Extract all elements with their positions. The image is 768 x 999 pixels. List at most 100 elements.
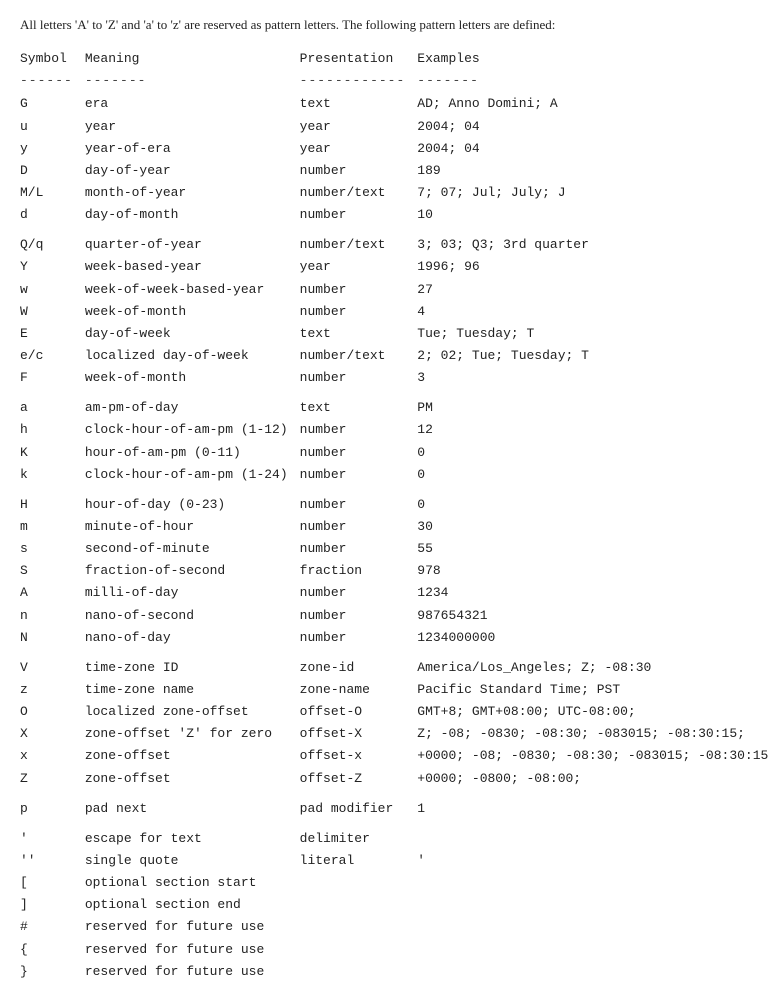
divider-examples: ------- [417, 70, 768, 93]
table-row: yyear-of-erayear2004; 04 [20, 138, 768, 160]
cell-presentation: year [300, 116, 418, 138]
table-row: M/Lmonth-of-yearnumber/text7; 07; Jul; J… [20, 182, 768, 204]
cell-symbol: ] [20, 894, 85, 916]
cell-presentation: number [300, 442, 418, 464]
cell-presentation: number [300, 279, 418, 301]
cell-presentation [300, 872, 418, 894]
cell-symbol: '' [20, 850, 85, 872]
table-row: nnano-of-secondnumber987654321 [20, 605, 768, 627]
cell-meaning: day-of-week [85, 323, 300, 345]
cell-examples: 0 [417, 464, 768, 486]
cell-examples: 1996; 96 [417, 256, 768, 278]
cell-symbol: D [20, 160, 85, 182]
table-row: e/clocalized day-of-weeknumber/text2; 02… [20, 345, 768, 367]
cell-meaning: week-of-week-based-year [85, 279, 300, 301]
cell-meaning: era [85, 93, 300, 115]
cell-examples: America/Los_Angeles; Z; -08:30 [417, 657, 768, 679]
cell-presentation: number/text [300, 234, 418, 256]
cell-symbol: N [20, 627, 85, 649]
cell-symbol: K [20, 442, 85, 464]
cell-symbol: A [20, 582, 85, 604]
cell-presentation: number [300, 160, 418, 182]
table-row: Wweek-of-monthnumber4 [20, 301, 768, 323]
table-spacer-row [20, 790, 768, 798]
cell-meaning: quarter-of-year [85, 234, 300, 256]
cell-symbol: [ [20, 872, 85, 894]
cell-examples: AD; Anno Domini; A [417, 93, 768, 115]
cell-presentation: number/text [300, 345, 418, 367]
table-row: Dday-of-yearnumber189 [20, 160, 768, 182]
cell-symbol: d [20, 204, 85, 226]
table-row: uyearyear2004; 04 [20, 116, 768, 138]
cell-symbol: ' [20, 828, 85, 850]
cell-presentation: number [300, 204, 418, 226]
cell-symbol: # [20, 916, 85, 938]
table-row: ztime-zone namezone-namePacific Standard… [20, 679, 768, 701]
cell-symbol: M/L [20, 182, 85, 204]
table-spacer-row [20, 486, 768, 494]
cell-symbol: k [20, 464, 85, 486]
cell-symbol: n [20, 605, 85, 627]
header-meaning: Meaning [85, 48, 300, 70]
cell-presentation: fraction [300, 560, 418, 582]
cell-meaning: second-of-minute [85, 538, 300, 560]
cell-presentation: zone-id [300, 657, 418, 679]
cell-meaning: fraction-of-second [85, 560, 300, 582]
cell-meaning: reserved for future use [85, 961, 300, 983]
divider-meaning: ------- [85, 70, 300, 93]
cell-meaning: year-of-era [85, 138, 300, 160]
cell-symbol: S [20, 560, 85, 582]
cell-symbol: x [20, 745, 85, 767]
cell-examples: Pacific Standard Time; PST [417, 679, 768, 701]
cell-examples: Z; -08; -0830; -08:30; -083015; -08:30:1… [417, 723, 768, 745]
cell-symbol: G [20, 93, 85, 115]
cell-examples: 2; 02; Tue; Tuesday; T [417, 345, 768, 367]
cell-meaning: hour-of-am-pm (0-11) [85, 442, 300, 464]
table-row: Yweek-based-yearyear1996; 96 [20, 256, 768, 278]
cell-meaning: optional section start [85, 872, 300, 894]
cell-presentation: zone-name [300, 679, 418, 701]
table-spacer-row [20, 389, 768, 397]
cell-examples [417, 872, 768, 894]
cell-examples [417, 939, 768, 961]
table-row: Vtime-zone IDzone-idAmerica/Los_Angeles;… [20, 657, 768, 679]
table-divider-row: ------ ------- ------------ ------- [20, 70, 768, 93]
cell-meaning: day-of-month [85, 204, 300, 226]
cell-presentation: pad modifier [300, 798, 418, 820]
cell-meaning: pad next [85, 798, 300, 820]
cell-presentation [300, 916, 418, 938]
cell-symbol: X [20, 723, 85, 745]
cell-meaning: zone-offset [85, 768, 300, 790]
cell-presentation: year [300, 256, 418, 278]
table-row: dday-of-monthnumber10 [20, 204, 768, 226]
cell-symbol: u [20, 116, 85, 138]
cell-meaning: reserved for future use [85, 939, 300, 961]
cell-examples: 189 [417, 160, 768, 182]
cell-meaning: year [85, 116, 300, 138]
cell-meaning: week-of-month [85, 301, 300, 323]
table-row: xzone-offsetoffset-x+0000; -08; -0830; -… [20, 745, 768, 767]
table-spacer-row [20, 226, 768, 234]
cell-presentation: number [300, 301, 418, 323]
cell-symbol: } [20, 961, 85, 983]
cell-examples: +0000; -0800; -08:00; [417, 768, 768, 790]
cell-examples: 55 [417, 538, 768, 560]
cell-symbol: Q/q [20, 234, 85, 256]
table-row: Zzone-offsetoffset-Z+0000; -0800; -08:00… [20, 768, 768, 790]
table-row: hclock-hour-of-am-pm (1-12)number12 [20, 419, 768, 441]
cell-examples: 978 [417, 560, 768, 582]
cell-meaning: am-pm-of-day [85, 397, 300, 419]
cell-presentation [300, 961, 418, 983]
cell-presentation: number/text [300, 182, 418, 204]
cell-presentation: text [300, 397, 418, 419]
cell-symbol: F [20, 367, 85, 389]
cell-presentation: text [300, 323, 418, 345]
cell-symbol: s [20, 538, 85, 560]
table-row: aam-pm-of-daytextPM [20, 397, 768, 419]
cell-meaning: reserved for future use [85, 916, 300, 938]
cell-meaning: nano-of-second [85, 605, 300, 627]
cell-presentation: offset-Z [300, 768, 418, 790]
table-row: wweek-of-week-based-yearnumber27 [20, 279, 768, 301]
cell-presentation: number [300, 367, 418, 389]
cell-presentation: number [300, 582, 418, 604]
